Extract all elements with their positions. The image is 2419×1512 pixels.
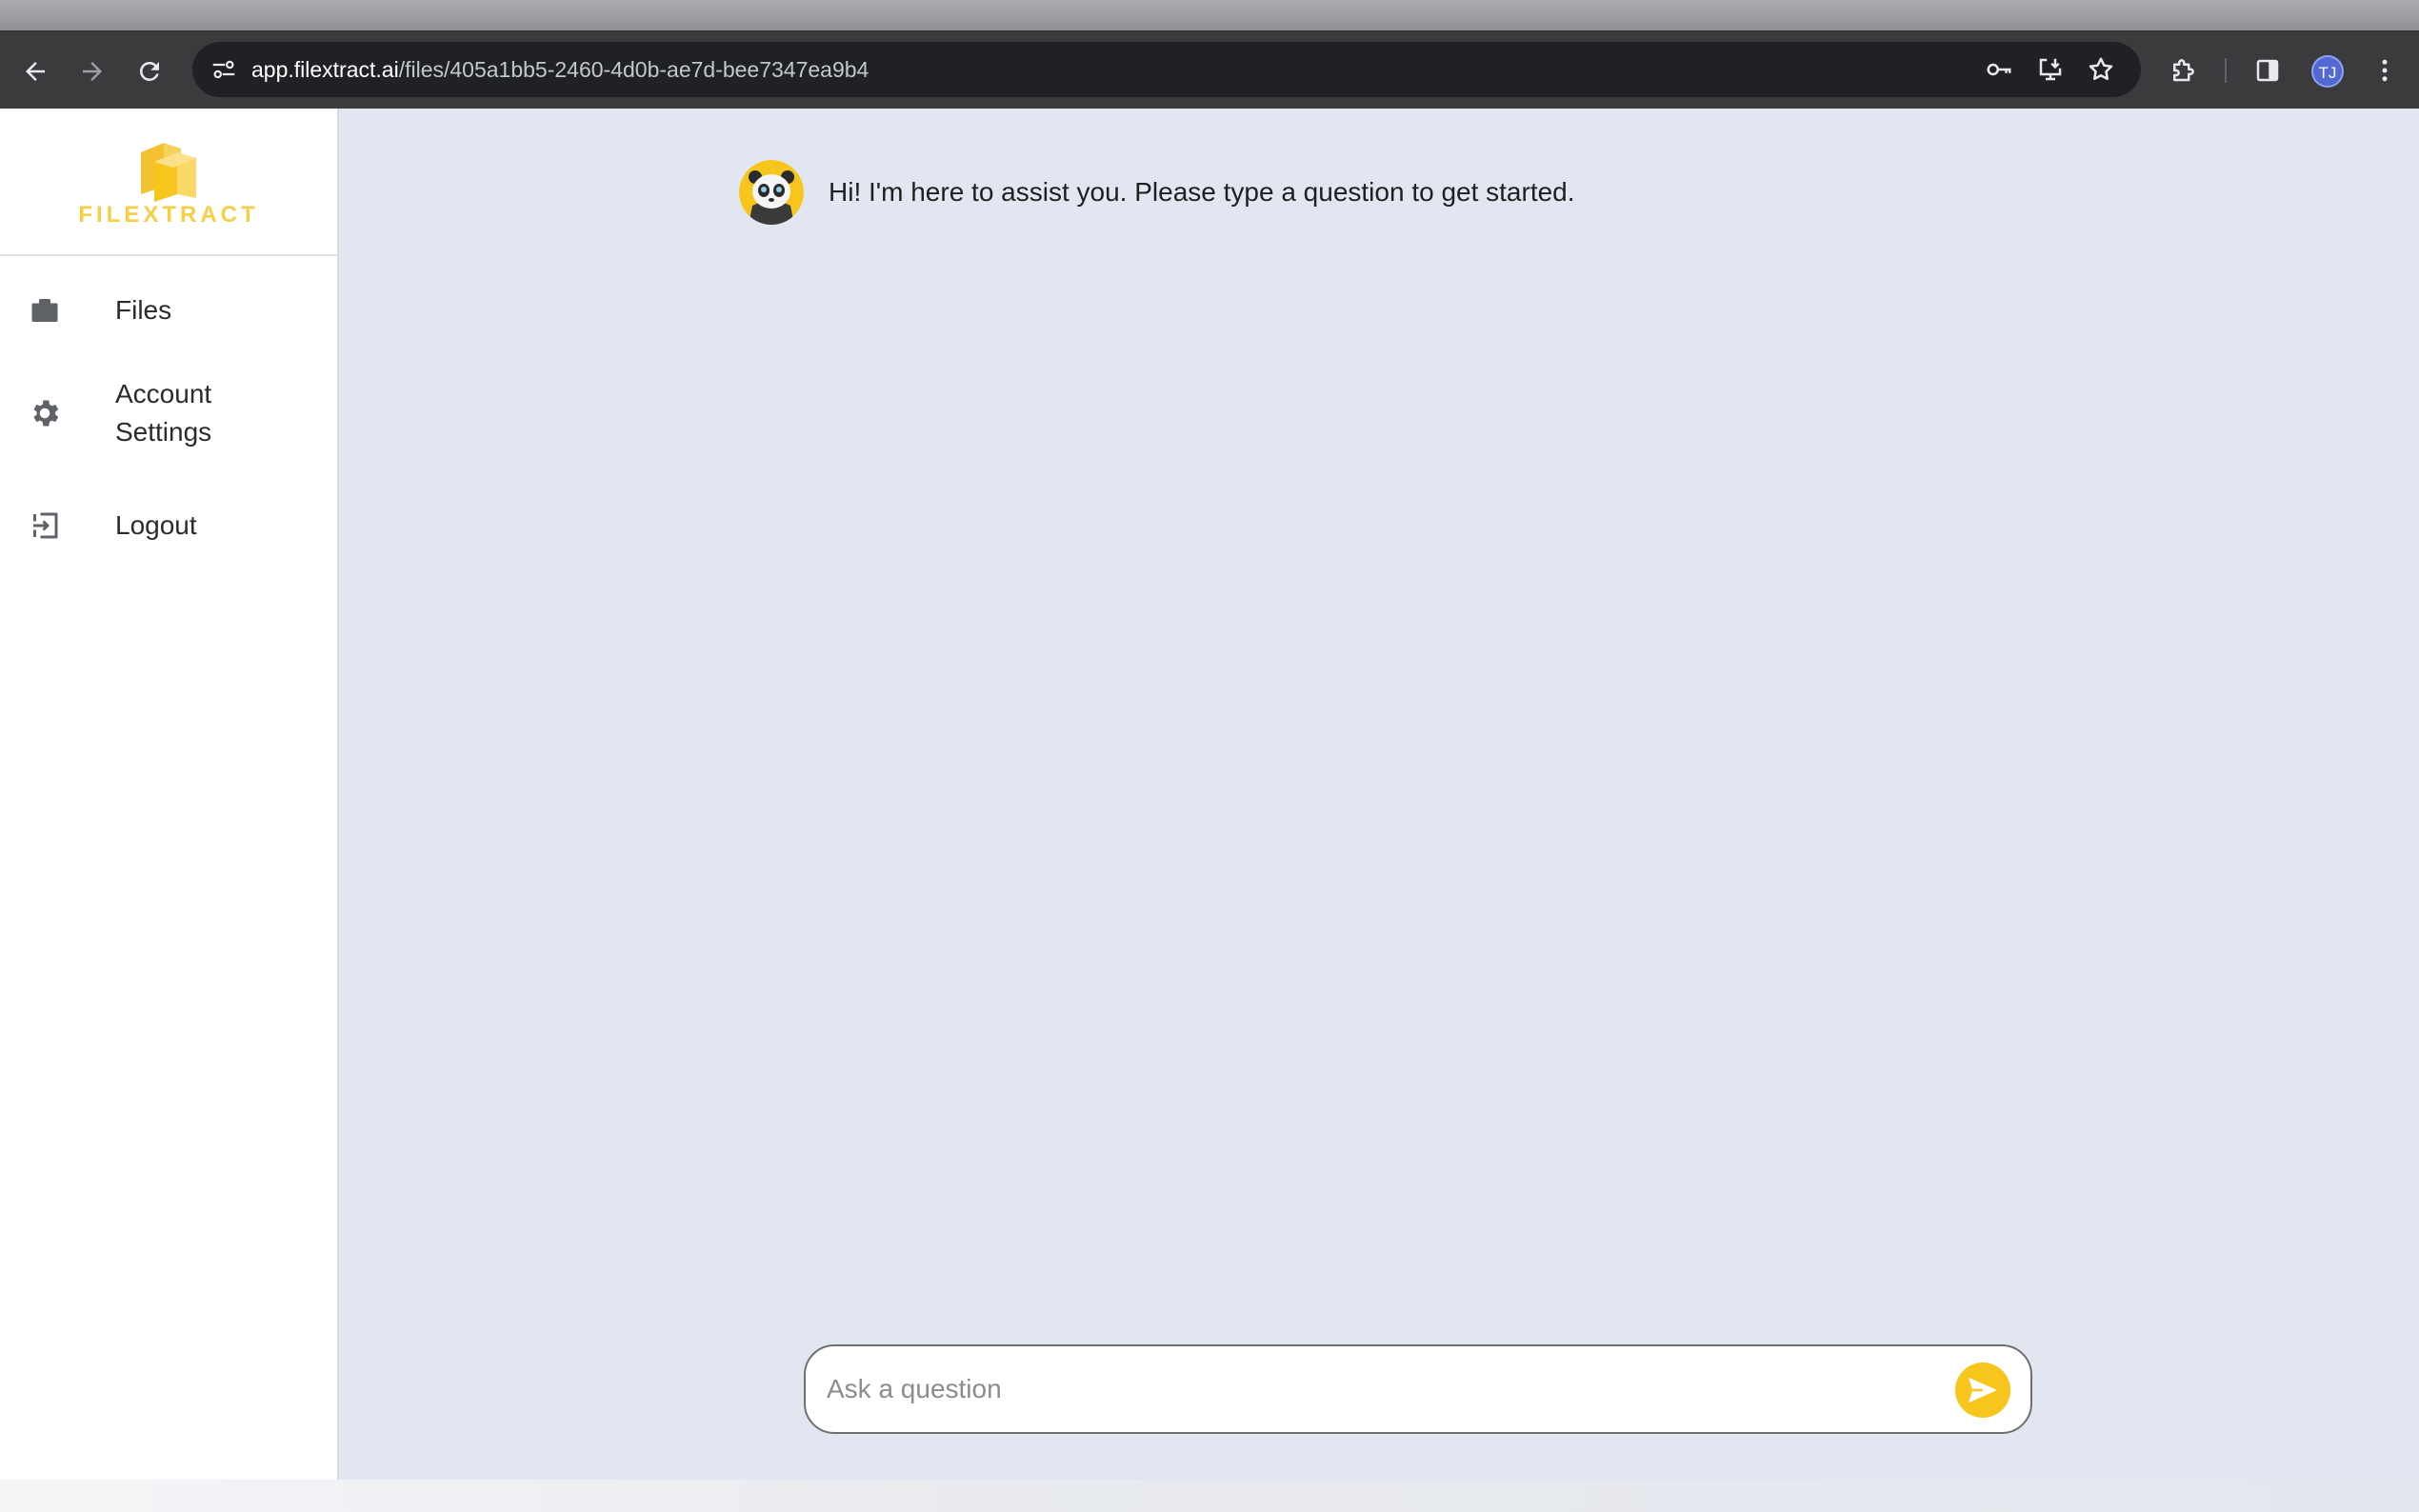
puzzle-icon[interactable] [2165, 52, 2201, 89]
logout-icon [27, 507, 63, 544]
back-arrow-icon[interactable] [16, 52, 54, 90]
forward-arrow-icon[interactable] [73, 52, 111, 90]
logo[interactable]: FILEXTRACT [0, 109, 337, 256]
side-panel-icon[interactable] [2249, 52, 2286, 89]
bot-message-text: Hi! I'm here to assist you. Please type … [829, 177, 1575, 207]
sidebar-item-label: Files [115, 295, 172, 325]
send-button[interactable] [1955, 1363, 2010, 1418]
tune-icon[interactable] [210, 55, 238, 84]
chat-area: Hi! I'm here to assist you. Please type … [339, 109, 2419, 1480]
question-input[interactable] [827, 1365, 1931, 1413]
sidebar-item-label: Logout [115, 510, 197, 540]
url-text[interactable]: app.filextract.ai/files/405a1bb5-2460-4d… [251, 55, 869, 84]
sidebar-item-logout[interactable]: Logout [0, 491, 337, 560]
sidebar-item-label: Account Settings [115, 375, 211, 451]
browser-toolbar: app.filextract.ai/files/405a1bb5-2460-4d… [0, 30, 2419, 109]
sidebar: FILEXTRACT Files Account Settings Logout [0, 109, 339, 1480]
profile-avatar[interactable]: TJ [2311, 55, 2344, 88]
sidebar-item-files[interactable]: Files [0, 276, 337, 345]
books-logo-icon [141, 143, 196, 202]
install-app-icon[interactable] [2034, 53, 2067, 86]
toolbar-divider [2225, 58, 2227, 83]
send-icon [1969, 1377, 1997, 1403]
sidebar-item-account-settings[interactable]: Account Settings [0, 366, 337, 461]
key-icon[interactable] [1983, 53, 2015, 86]
url-domain: app.filextract.ai [251, 57, 399, 82]
address-bar[interactable]: app.filextract.ai/files/405a1bb5-2460-4d… [192, 42, 2141, 97]
bottom-edge [0, 1480, 2419, 1512]
url-path: /files/405a1bb5-2460-4d0b-ae7d-bee7347ea… [398, 57, 870, 82]
sidebar-item-label-line1: Account [115, 379, 212, 408]
question-composer [804, 1344, 2032, 1434]
reload-icon[interactable] [130, 52, 169, 90]
more-vert-icon[interactable] [2367, 52, 2403, 89]
page: app.filextract.ai/files/405a1bb5-2460-4d… [0, 0, 2419, 1512]
gear-icon [27, 395, 63, 431]
window-top-strip [0, 0, 2419, 30]
panda-avatar [739, 160, 804, 225]
briefcase-icon [27, 292, 63, 328]
star-icon[interactable] [2085, 53, 2117, 86]
sidebar-item-label-line2: Settings [115, 417, 212, 447]
logo-text: FILEXTRACT [78, 202, 259, 228]
